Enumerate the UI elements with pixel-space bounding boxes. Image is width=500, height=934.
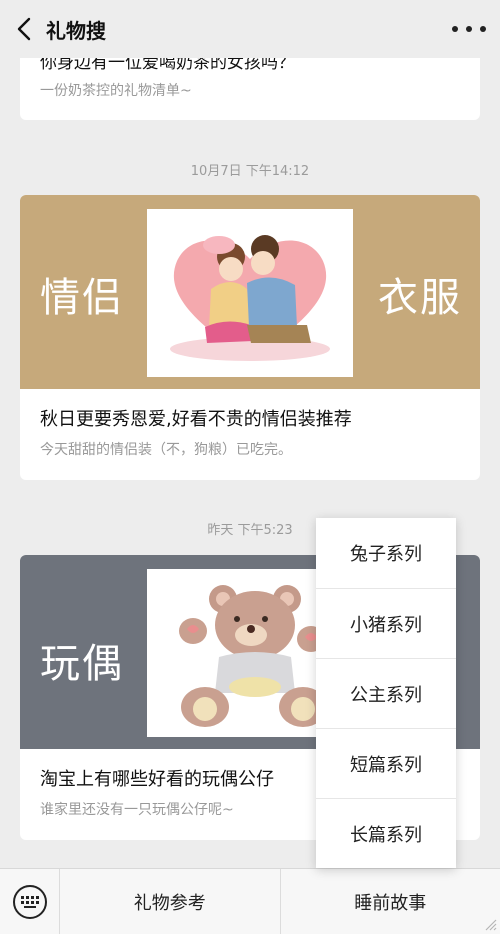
bottom-menu-bar: 礼物参考 睡前故事 bbox=[0, 868, 500, 934]
navigation-bar: 礼物搜 bbox=[0, 0, 500, 58]
resize-corner-icon bbox=[485, 919, 497, 931]
submenu-item[interactable]: 兔子系列 bbox=[316, 518, 456, 588]
couple-illustration bbox=[147, 209, 353, 377]
article-title: 秋日更要秀恩爱,好看不贵的情侣装推荐 bbox=[40, 409, 352, 430]
menu-button-bedtime-stories[interactable]: 睡前故事 bbox=[279, 869, 500, 934]
more-options-button[interactable] bbox=[452, 16, 486, 42]
article-subtitle: 谁家里还没有一只玩偶公仔呢~ bbox=[40, 802, 234, 818]
submenu-item[interactable]: 长篇系列 bbox=[316, 798, 456, 868]
keyboard-toggle-button[interactable] bbox=[0, 869, 60, 934]
submenu-item[interactable]: 短篇系列 bbox=[316, 728, 456, 798]
article-banner: 情侣 衣服 bbox=[20, 195, 480, 389]
page-title: 礼物搜 bbox=[46, 18, 106, 43]
banner-text-right: 衣服 bbox=[378, 275, 462, 321]
banner-text-left: 情侣 bbox=[40, 275, 124, 321]
more-dot-icon bbox=[466, 26, 472, 32]
more-dot-icon bbox=[480, 26, 486, 32]
article-subtitle: 一份奶茶控的礼物清单~ bbox=[40, 83, 192, 99]
banner-text-left: 玩偶 bbox=[40, 641, 124, 687]
article-title: 淘宝上有哪些好看的玩偶公仔 bbox=[40, 769, 274, 790]
chevron-left-icon bbox=[17, 17, 31, 41]
submenu-item[interactable]: 公主系列 bbox=[316, 658, 456, 728]
more-dot-icon bbox=[452, 26, 458, 32]
back-button[interactable] bbox=[4, 0, 44, 58]
menu-button-gift-reference[interactable]: 礼物参考 bbox=[60, 869, 280, 934]
keyboard-icon bbox=[12, 885, 47, 919]
submenu-popup: 兔子系列 小猪系列 公主系列 短篇系列 长篇系列 bbox=[316, 518, 456, 868]
submenu-item[interactable]: 小猪系列 bbox=[316, 588, 456, 658]
message-timestamp: 10月7日 下午14:12 bbox=[190, 164, 310, 179]
article-card[interactable]: 情侣 衣服 秋日更要秀恩爱,好看不贵的情侣装推荐 今天甜甜的情侣装（不，狗粮）已… bbox=[20, 195, 480, 480]
article-subtitle: 今天甜甜的情侣装（不，狗粮）已吃完。 bbox=[40, 442, 292, 458]
